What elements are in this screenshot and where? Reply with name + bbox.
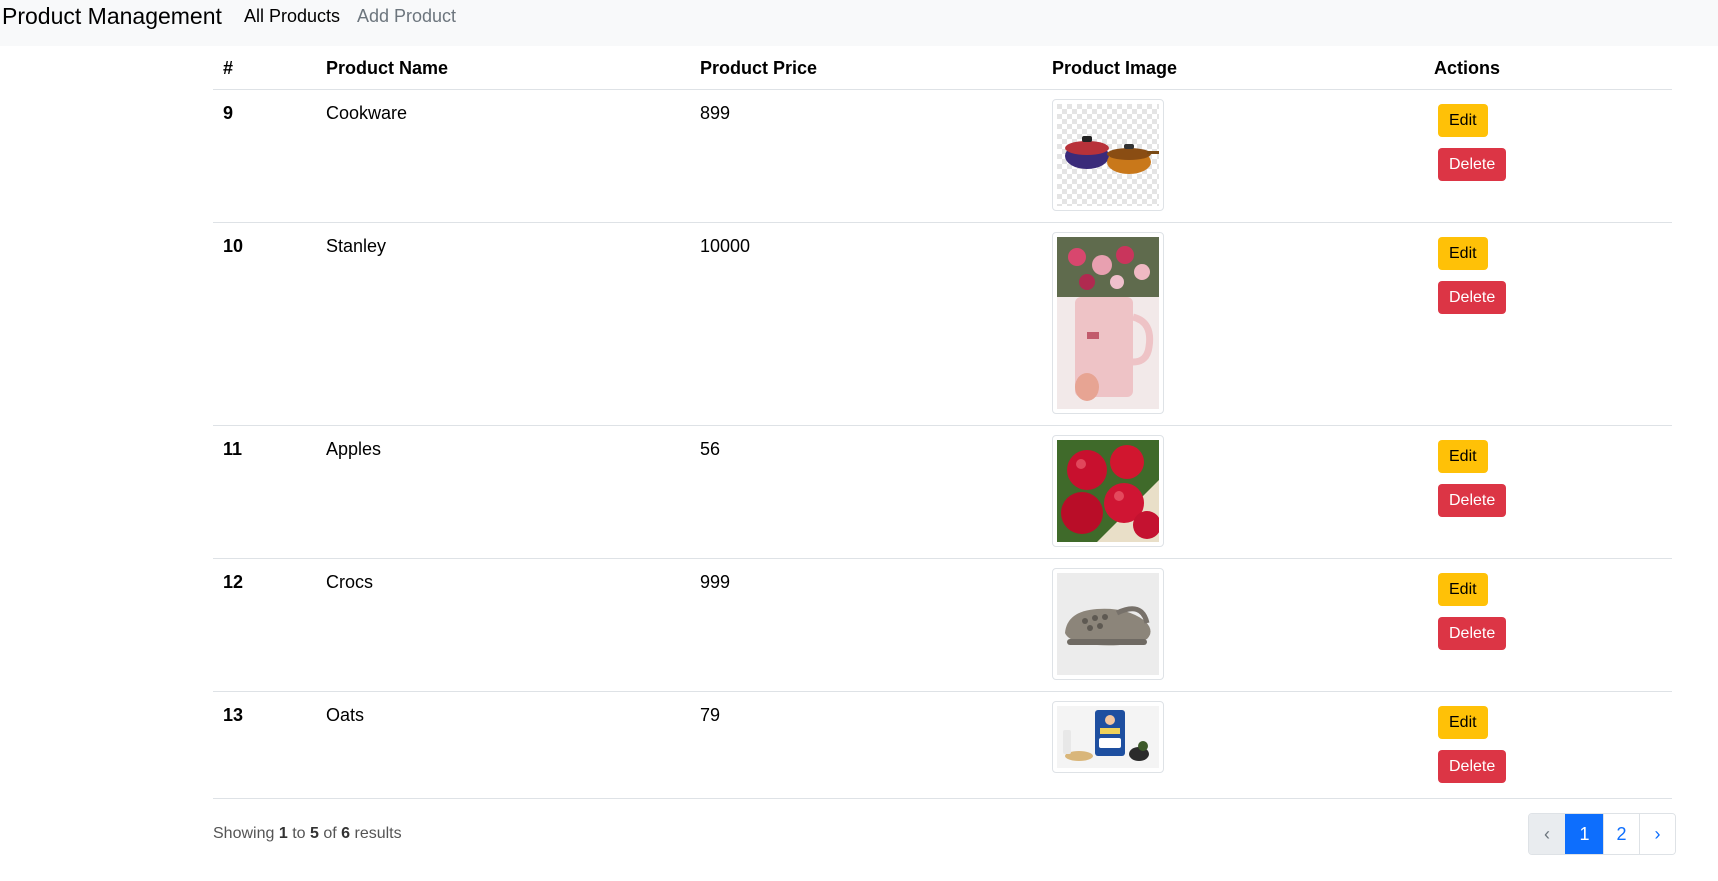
- product-image-cookware: [1052, 99, 1164, 211]
- pagination-page-2[interactable]: 2: [1603, 814, 1639, 854]
- cookware-pots-image: [1057, 104, 1159, 206]
- delete-button[interactable]: Delete: [1438, 750, 1507, 783]
- stanley-tumbler-flowers-image: [1057, 237, 1159, 409]
- edit-button[interactable]: Edit: [1438, 440, 1488, 473]
- results-to-word: to: [292, 825, 306, 842]
- row-product-price: 999: [690, 558, 1042, 692]
- row-product-price: 10000: [690, 222, 1042, 426]
- product-image-crocs: [1052, 568, 1164, 680]
- delete-button[interactable]: Delete: [1438, 281, 1507, 314]
- row-product-price: 899: [690, 89, 1042, 223]
- product-image-apples: [1052, 435, 1164, 547]
- header-product-name: Product Name: [316, 46, 690, 90]
- row-product-price: 56: [690, 425, 1042, 559]
- header-product-price: Product Price: [690, 46, 1042, 90]
- pagination-next-icon[interactable]: ›: [1639, 814, 1675, 854]
- products-table: # Product Name Product Price Product Ima…: [213, 46, 1672, 799]
- results-of-word: of: [323, 825, 337, 842]
- row-product-name: Cookware: [316, 89, 690, 223]
- results-word: results: [354, 825, 402, 842]
- table-row: 13 Oats 79 Edit Delete: [213, 691, 1672, 799]
- table-row: 9 Cookware 899 Edit Delete: [213, 89, 1672, 223]
- results-to: 5: [309, 825, 319, 842]
- edit-button[interactable]: Edit: [1438, 573, 1488, 606]
- row-product-name: Apples: [316, 425, 690, 559]
- results-total: 6: [341, 825, 351, 842]
- navbar-brand[interactable]: Product Management: [2, 2, 222, 30]
- pagination: ‹ 1 2 ›: [1528, 813, 1676, 855]
- table-header-row: # Product Name Product Price Product Ima…: [213, 46, 1672, 90]
- product-image-oats: [1052, 701, 1164, 773]
- row-product-name: Crocs: [316, 558, 690, 692]
- table-row: 10 Stanley 10000 Edit Delete: [213, 222, 1672, 426]
- results-from: 1: [278, 825, 288, 842]
- oats-pack-image: [1057, 706, 1159, 768]
- row-product-price: 79: [690, 691, 1042, 799]
- grey-crocs-clog-image: [1057, 573, 1159, 675]
- top-navbar: Product Management All Products Add Prod…: [0, 0, 1718, 46]
- row-id: 13: [213, 691, 316, 799]
- table-row: 11 Apples 56 Edit Delete: [213, 425, 1672, 559]
- row-product-name: Stanley: [316, 222, 690, 426]
- product-image-stanley: [1052, 232, 1164, 414]
- header-id: #: [213, 46, 316, 90]
- row-id: 10: [213, 222, 316, 426]
- table-row: 12 Crocs 999 Edit Delete: [213, 558, 1672, 692]
- pagination-page-1[interactable]: 1: [1565, 814, 1603, 854]
- edit-button[interactable]: Edit: [1438, 706, 1488, 739]
- nav-link-all-products[interactable]: All Products: [244, 4, 340, 28]
- row-id: 11: [213, 425, 316, 559]
- pagination-prev-icon[interactable]: ‹: [1529, 814, 1565, 854]
- results-summary: Showing 1 to 5 of 6 results: [213, 825, 402, 843]
- red-apples-image: [1057, 440, 1159, 542]
- edit-button[interactable]: Edit: [1438, 237, 1488, 270]
- delete-button[interactable]: Delete: [1438, 484, 1507, 517]
- header-actions: Actions: [1424, 46, 1672, 90]
- row-id: 9: [213, 89, 316, 223]
- header-product-image: Product Image: [1042, 46, 1424, 90]
- row-product-name: Oats: [316, 691, 690, 799]
- delete-button[interactable]: Delete: [1438, 617, 1507, 650]
- nav-link-add-product[interactable]: Add Product: [357, 4, 456, 28]
- row-id: 12: [213, 558, 316, 692]
- delete-button[interactable]: Delete: [1438, 148, 1507, 181]
- results-showing-word: Showing: [213, 825, 275, 842]
- edit-button[interactable]: Edit: [1438, 104, 1488, 137]
